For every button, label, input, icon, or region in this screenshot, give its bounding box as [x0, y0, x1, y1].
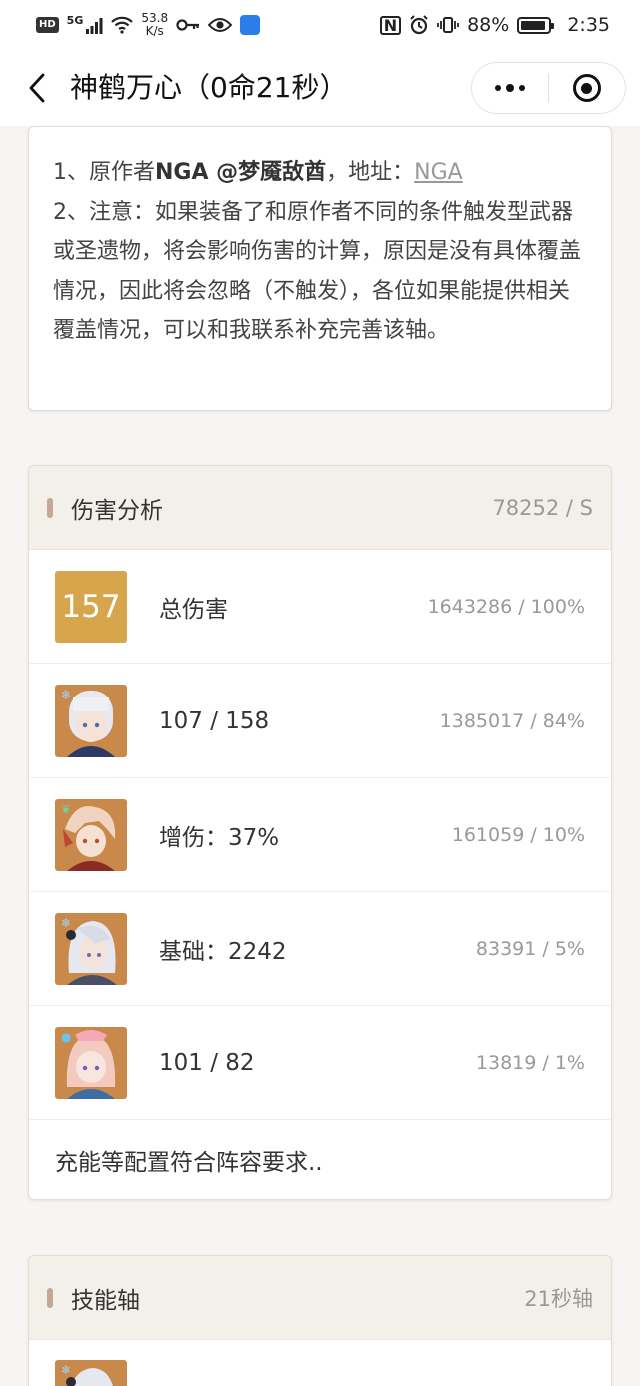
more-button[interactable]	[472, 62, 548, 114]
total-badge: 157	[55, 570, 127, 643]
character-avatar: ❄	[55, 912, 127, 985]
source-link[interactable]: NGA	[414, 160, 463, 185]
network-label: 5G	[66, 13, 84, 27]
svg-text:●: ●	[61, 1030, 71, 1044]
row-label: 增伤：37%	[159, 824, 280, 851]
svg-text:❄: ❄	[61, 916, 71, 930]
row-value: 1385017 / 84%	[439, 709, 585, 732]
battery-icon	[517, 16, 555, 34]
row-label: 101 / 82	[159, 1049, 255, 1076]
note-line-1: 1、原作者NGA @梦魇敌酋，地址：NGA	[53, 160, 463, 185]
character-avatar: ●	[55, 1026, 127, 1099]
miniprogram-capsule	[471, 62, 626, 114]
svg-text:❦: ❦	[61, 802, 71, 816]
clock: 2:35	[567, 14, 610, 36]
character-row[interactable]: ● 101 / 82 13819 / 1%	[29, 1006, 611, 1120]
hd-icon: HD	[36, 17, 59, 33]
eye-icon	[208, 18, 233, 32]
timeline-length: 21秒轴	[524, 1286, 593, 1311]
signal-icon	[86, 18, 103, 34]
wifi-icon	[111, 16, 134, 34]
character-row[interactable]: ❦ 增伤：37% 161059 / 10%	[29, 778, 611, 892]
back-button[interactable]	[22, 70, 52, 106]
target-icon	[572, 74, 601, 102]
network-speed: 53.8 K/s	[141, 11, 169, 38]
note-line-2: 2、注意：如果装备了和原作者不同的条件触发型武器或圣遗物，将会影响伤害的计算，原…	[53, 199, 582, 344]
alarm-icon	[410, 15, 428, 35]
battery-percent: 88%	[467, 14, 510, 36]
character-avatar: ❦	[55, 798, 127, 871]
app-notification-icon	[240, 15, 261, 35]
row-label: 107 / 158	[159, 707, 270, 734]
dps-value: 78252 / S	[492, 495, 593, 520]
section-marker	[47, 497, 53, 518]
close-miniprogram-button[interactable]	[549, 62, 625, 114]
row-value: 161059 / 10%	[451, 823, 585, 846]
skill-timeline-card: 技能轴 21秒轴 ❄	[28, 1255, 612, 1386]
damage-section-header: 伤害分析 78252 / S	[29, 466, 611, 550]
section-title: 伤害分析	[71, 497, 163, 524]
character-avatar: ❄	[55, 684, 127, 757]
character-row[interactable]: ❄	[29, 1340, 611, 1386]
nav-bar: 神鹤万心（0命21秒）	[0, 50, 640, 126]
character-row[interactable]: ❄ 基础：2242 83391 / 5%	[29, 892, 611, 1006]
character-row[interactable]: ❄ 107 / 158 1385017 / 84%	[29, 664, 611, 778]
nfc-icon: N	[379, 15, 402, 35]
total-damage-row[interactable]: 157 总伤害 1643286 / 100%	[29, 550, 611, 664]
config-note: 充能等配置符合阵容要求..	[55, 1150, 323, 1176]
key-icon	[176, 19, 200, 31]
row-value: 1643286 / 100%	[427, 595, 585, 618]
svg-text:❄: ❄	[61, 688, 71, 702]
row-label: 基础：2242	[159, 938, 287, 965]
status-bar: HD 5G 53.8 K/s N 88% 2:35	[0, 0, 640, 50]
row-label: 总伤害	[159, 596, 228, 623]
svg-text:❄: ❄	[61, 1363, 71, 1377]
notes-card: 1、原作者NGA @梦魇敌酋，地址：NGA 2、注意：如果装备了和原作者不同的条…	[28, 126, 612, 411]
author-name: NGA @梦魇敌酋	[155, 160, 327, 185]
section-marker	[47, 1287, 53, 1308]
character-avatar: ❄	[55, 1360, 127, 1386]
more-icon	[495, 84, 525, 92]
skill-section-header: 技能轴 21秒轴	[29, 1256, 611, 1340]
row-value: 83391 / 5%	[475, 937, 585, 960]
vibrate-icon	[437, 17, 459, 33]
damage-analysis-card: 伤害分析 78252 / S 157 总伤害 1643286 / 100% ❄ …	[28, 465, 612, 1200]
page-title: 神鹤万心（0命21秒）	[70, 71, 348, 104]
row-value: 13819 / 1%	[475, 1051, 585, 1074]
section-title: 技能轴	[71, 1287, 140, 1314]
chevron-left-icon	[29, 73, 45, 103]
